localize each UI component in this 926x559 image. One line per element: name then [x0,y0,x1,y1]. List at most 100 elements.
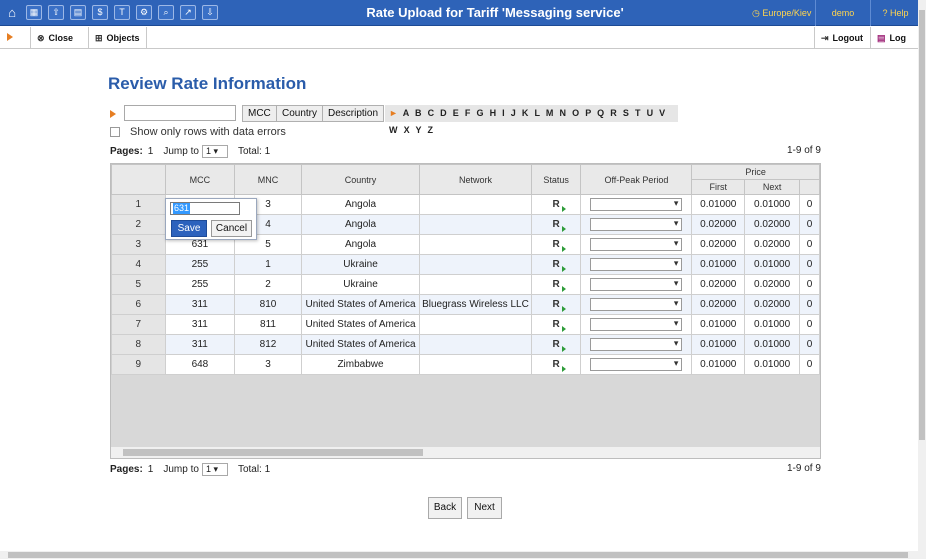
country-cell[interactable]: Angola [300,194,421,215]
jump-select[interactable]: 1 ▾ [201,145,228,158]
table-row[interactable]: 9 648 3 Zimbabwe R 0.01000 0.01000 0 [111,354,820,375]
extra-cell[interactable]: 0 [799,234,820,255]
offpeak-select[interactable] [590,298,683,311]
close-button[interactable]: ⊗ Close [30,27,79,49]
next-cell[interactable]: 0.01000 [744,334,801,355]
table-row[interactable]: 4 255 1 Ukraine R 0.01000 0.01000 0 [111,254,820,275]
next-cell[interactable]: 0.01000 [744,314,801,335]
first-cell[interactable]: 0.01000 [691,314,746,335]
offpeak-select[interactable] [590,258,683,271]
mcc-cell[interactable]: 255 [164,274,236,295]
offpeak-header[interactable]: Off-Peak Period [580,164,693,195]
country-cell[interactable]: Zimbabwe [300,354,421,375]
next-header[interactable]: Next [744,179,801,195]
offpeak-select[interactable] [590,358,683,371]
next-cell[interactable]: 0.01000 [744,354,801,375]
table-row[interactable]: 8 311 812 United States of America R 0.0… [111,334,820,355]
network-cell[interactable] [419,194,532,215]
next-cell[interactable]: 0.02000 [744,214,801,235]
offpeak-select[interactable] [590,338,683,351]
network-cell[interactable] [419,334,532,355]
table-row[interactable]: 7 311 811 United States of America R 0.0… [111,314,820,335]
timezone-link[interactable]: ◷ Europe/Kiev [752,8,811,19]
mnc-header[interactable]: MNC [234,164,302,195]
filter-mcc-button[interactable]: MCC [242,105,277,122]
country-cell[interactable]: Ukraine [300,254,421,275]
next-cell[interactable]: 0.01000 [744,194,801,215]
table-row[interactable]: 6 311 810 United States of America Blueg… [111,294,820,315]
extra-cell[interactable]: 0 [799,194,820,215]
save-button[interactable]: Save [171,220,207,237]
table-icon[interactable]: ▤ [70,5,86,20]
mcc-cell[interactable]: 311 [164,294,236,315]
offpeak-select[interactable] [590,218,683,231]
extra-cell[interactable]: 0 [799,254,820,275]
first-cell[interactable]: 0.02000 [691,214,746,235]
tariff-icon[interactable]: T [114,5,130,20]
mnc-cell[interactable]: 1 [234,254,302,275]
currency-icon[interactable]: $ [92,5,108,20]
status-header[interactable]: Status [530,164,582,195]
error-filter-checkbox[interactable] [110,127,120,137]
page-number[interactable]: 1 [148,464,154,475]
network-cell[interactable] [419,254,532,275]
mnc-cell[interactable]: 811 [234,314,302,335]
cancel-button[interactable]: Cancel [211,220,252,237]
network-cell[interactable] [419,354,532,375]
next-cell[interactable]: 0.02000 [744,294,801,315]
mcc-cell[interactable]: 255 [164,254,236,275]
extra-cell[interactable]: 0 [799,274,820,295]
first-header[interactable]: First [691,179,746,195]
log-button[interactable]: ▤ Log [870,27,912,49]
export-icon[interactable]: ⇩ [202,5,218,20]
chart-icon[interactable]: ↗ [180,5,196,20]
mnc-cell[interactable]: 2 [234,274,302,295]
grid-icon[interactable]: ▦ [26,5,42,20]
horizontal-scrollbar[interactable] [111,447,820,458]
vertical-scrollbar[interactable] [918,0,926,559]
country-cell[interactable]: Angola [300,214,421,235]
horizontal-scroll-thumb[interactable] [123,449,423,456]
logout-button[interactable]: ⇥ Logout [814,27,869,49]
country-cell[interactable]: Angola [300,234,421,255]
extra-cell[interactable]: 0 [799,294,820,315]
offpeak-select[interactable] [590,198,683,211]
upload-icon[interactable]: ⇧ [48,5,64,20]
network-cell[interactable] [419,314,532,335]
next-cell[interactable]: 0.02000 [744,234,801,255]
network-header[interactable]: Network [419,164,532,195]
table-row[interactable]: 5 255 2 Ukraine R 0.02000 0.02000 0 [111,274,820,295]
search-icon[interactable]: ⌕ [158,5,174,20]
network-cell[interactable] [419,234,532,255]
mcc-header[interactable]: MCC [164,164,236,195]
mnc-cell[interactable]: 3 [234,354,302,375]
filter-description-button[interactable]: Description [322,105,385,122]
mnc-cell[interactable]: 812 [234,334,302,355]
alphabet-letters[interactable]: A B C D E F G H I J K L M N O P Q R S T … [389,108,667,135]
settings-icon[interactable]: ⚙ [136,5,152,20]
collapse-arrow-icon[interactable] [7,33,13,41]
first-cell[interactable]: 0.01000 [691,334,746,355]
country-cell[interactable]: United States of America [300,294,421,315]
first-cell[interactable]: 0.01000 [691,254,746,275]
extra-cell[interactable]: 0 [799,214,820,235]
extra-cell[interactable]: 0 [799,354,820,375]
network-cell[interactable] [419,214,532,235]
filter-country-button[interactable]: Country [276,105,324,122]
first-cell[interactable]: 0.02000 [691,274,746,295]
country-cell[interactable]: United States of America [300,334,421,355]
back-button[interactable]: Back [428,497,462,519]
help-link[interactable]: ? Help [870,0,920,26]
offpeak-select[interactable] [590,278,683,291]
offpeak-select[interactable] [590,318,683,331]
offpeak-select[interactable] [590,238,683,251]
mcc-cell[interactable]: 648 [164,354,236,375]
filter-input[interactable] [124,105,236,121]
country-header[interactable]: Country [300,164,421,195]
next-cell[interactable]: 0.01000 [744,254,801,275]
page-horizontal-scroll-thumb[interactable] [8,552,908,558]
extra-cell[interactable]: 0 [799,334,820,355]
mcc-cell[interactable]: 311 [164,334,236,355]
jump-select[interactable]: 1 ▾ [201,463,228,476]
objects-button[interactable]: ⊞ Objects [88,27,147,49]
